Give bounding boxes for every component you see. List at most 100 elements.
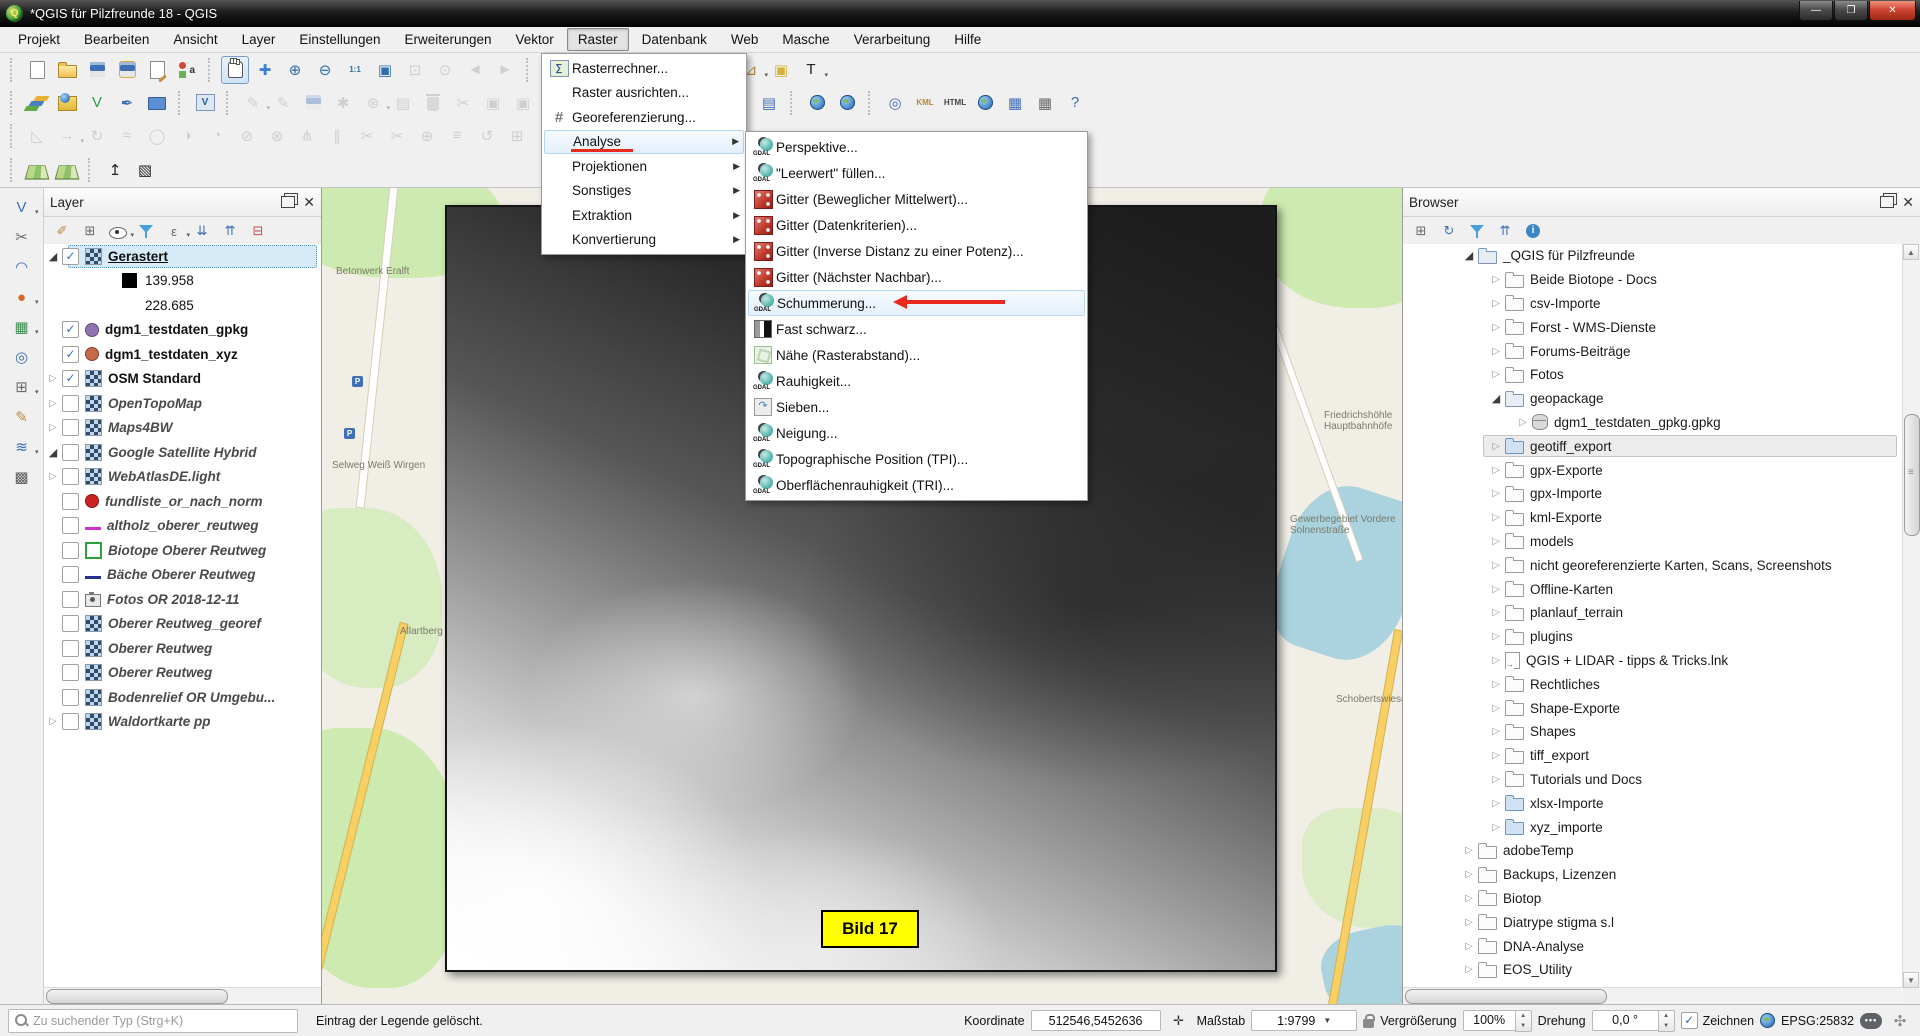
layer-tree-item[interactable]: ▷Waldortkarte pp (44, 710, 321, 735)
db-manager-button[interactable]: ▤ (755, 89, 783, 117)
scroll-down-arrow[interactable]: ▼ (1903, 972, 1919, 988)
dock-vector-tool-1-button[interactable]: V▾ (8, 193, 36, 221)
dock-vector-tool-9-button[interactable]: ≋▾ (8, 433, 36, 461)
vertex-tool-button[interactable]: ⊛▾ (359, 89, 387, 117)
browser-tree-item[interactable]: ▷DNA-Analyse (1403, 934, 1903, 958)
tree-collapsed-arrow-icon[interactable]: ▷ (1460, 845, 1478, 856)
browser-tree-item[interactable]: ▷geotiff_export (1403, 434, 1903, 458)
submenu-item-gitter-beweglicher-mittelwert-[interactable]: Gitter (Beweglicher Mittelwert)... (746, 186, 1087, 212)
tree-expanded-arrow-icon[interactable]: ◢ (1487, 392, 1505, 405)
tree-collapsed-arrow-icon[interactable]: ▷ (1514, 417, 1532, 428)
spin-up-icon[interactable]: ▲ (1516, 1011, 1531, 1021)
tree-collapsed-arrow-icon[interactable]: ▷ (1460, 917, 1478, 928)
submenu-item-rauhigkeit-[interactable]: Rauhigkeit... (746, 368, 1087, 394)
menu-item-rasterrechner-[interactable]: ∑Rasterrechner... (542, 56, 746, 81)
layer-tree-item[interactable]: ▷WebAtlasDE.light (44, 465, 321, 490)
table-plugin-button[interactable]: ▦ (1031, 89, 1059, 117)
merge-attributes-button[interactable]: ≡ (443, 122, 471, 150)
tree-collapsed-arrow-icon[interactable]: ▷ (1487, 750, 1505, 761)
open-layer-styling-button[interactable]: ✐ (49, 218, 75, 244)
browser-tree-item[interactable]: ▷QGIS + LIDAR - tipps & Tricks.lnk (1403, 649, 1903, 673)
layer-visibility-checkbox[interactable] (62, 468, 79, 485)
tree-collapsed-arrow-icon[interactable]: ▷ (1487, 322, 1505, 333)
filter-legend-button[interactable] (133, 218, 159, 244)
browser-tree-item[interactable]: ▷Offline-Karten (1403, 577, 1903, 601)
tasks-icon[interactable]: ✣ (1889, 1010, 1911, 1032)
tree-collapsed-arrow-icon[interactable]: ▷ (1487, 298, 1505, 309)
tree-collapsed-arrow-icon[interactable]: ▷ (1487, 346, 1505, 357)
submenu-item-n-he-rasterabstand-[interactable]: Nähe (Rasterabstand)... (746, 342, 1087, 368)
menu-item-sonstiges[interactable]: Sonstiges▶ (542, 179, 746, 204)
menu-item-analyse[interactable]: Analyse▶ (544, 130, 744, 155)
messages-icon[interactable]: ••• (1860, 1013, 1882, 1029)
dock-vector-tool-7-button[interactable]: ⊞▾ (8, 373, 36, 401)
browser-tree-item[interactable]: ▷nicht georeferenzierte Karten, Scans, S… (1403, 553, 1903, 577)
tree-collapsed-arrow-icon[interactable]: ▷ (44, 398, 62, 409)
browser-tree-item[interactable]: ▷planlauf_terrain (1403, 601, 1903, 625)
dock-vector-tool-4-button[interactable]: ●▾ (8, 283, 36, 311)
menubar-item-projekt[interactable]: Projekt (7, 28, 71, 51)
layer-visibility-checkbox[interactable] (62, 419, 79, 436)
text-annotation-button[interactable]: T▾ (797, 56, 825, 84)
tree-collapsed-arrow-icon[interactable]: ▷ (1487, 798, 1505, 809)
zoom-full-button[interactable]: ▣ (371, 56, 399, 84)
fill-ring-button[interactable]: ◔ (203, 122, 231, 150)
georeferencer-tool-button[interactable]: ↥ (101, 156, 129, 184)
tree-collapsed-arrow-icon[interactable]: ▷ (44, 422, 62, 433)
layer-visibility-checkbox[interactable] (62, 444, 79, 461)
close-panel-icon[interactable]: ✕ (1902, 194, 1914, 211)
dock-vector-tool-3-button[interactable]: ◠ (8, 253, 36, 281)
menubar-item-web[interactable]: Web (720, 28, 770, 51)
browser-tree-item[interactable]: ▷Shape-Exporte (1403, 696, 1903, 720)
add-part-button[interactable]: ◑ (173, 122, 201, 150)
delete-selected-button[interactable] (419, 89, 447, 117)
enable-properties-widget-button[interactable]: i (1520, 218, 1546, 244)
scrollbar-handle[interactable] (1904, 414, 1920, 536)
menubar-item-ansicht[interactable]: Ansicht (162, 28, 228, 51)
menu-item-extraktion[interactable]: Extraktion▶ (542, 203, 746, 228)
zoom-to-layer-button[interactable]: ⊙ (431, 56, 459, 84)
browser-tree-item[interactable]: ▷Shapes (1403, 720, 1903, 744)
float-panel-icon[interactable] (1880, 196, 1894, 208)
layer-visibility-checkbox[interactable] (62, 640, 79, 657)
browser-tree-item[interactable]: ▷Beide Biotope - Docs (1403, 268, 1903, 292)
layer-visibility-checkbox[interactable] (62, 517, 79, 534)
pan-map-button[interactable] (221, 56, 249, 84)
expand-all-button[interactable]: ⇊ (189, 218, 215, 244)
maximize-button[interactable]: ❐ (1834, 1, 1868, 21)
layer-tree-item[interactable]: ✓dgm1_testdaten_xyz (44, 342, 321, 367)
browser-tree-item[interactable]: ▷Backups, Lizenzen (1403, 863, 1903, 887)
layer-visibility-checkbox[interactable]: ✓ (62, 346, 79, 363)
submenu-item-gitter-n-chster-nachbar-[interactable]: Gitter (Nächster Nachbar)... (746, 264, 1087, 290)
tree-collapsed-arrow-icon[interactable]: ▷ (44, 373, 62, 384)
layer-tree-item[interactable]: ✓dgm1_testdaten_gpkg (44, 318, 321, 343)
layer-visibility-checkbox[interactable] (62, 493, 79, 510)
layer-visibility-checkbox[interactable] (62, 664, 79, 681)
magnifier-spinbox[interactable]: 100% ▲▼ (1463, 1010, 1532, 1032)
rotate-feature-button[interactable]: ↻ (83, 122, 111, 150)
add-wfs-layer-button[interactable]: ✒ (113, 89, 141, 117)
tree-collapsed-arrow-icon[interactable]: ▷ (1487, 679, 1505, 690)
tree-collapsed-arrow-icon[interactable]: ▷ (1487, 703, 1505, 714)
trim-extend-button[interactable]: ⊞ (503, 122, 531, 150)
locator-search-input[interactable]: Zu suchender Typ (Strg+K) (8, 1009, 298, 1033)
tree-collapsed-arrow-icon[interactable]: ▷ (1487, 822, 1505, 833)
lock-scale-icon[interactable] (1363, 1019, 1374, 1028)
layer-visibility-checkbox[interactable] (62, 615, 79, 632)
paste-features-button[interactable]: ▣ (509, 89, 537, 117)
layer-tree-item[interactable]: ◢✓Gerastert (44, 244, 321, 269)
zoom-last-button[interactable]: ◄ (461, 56, 489, 84)
pan-to-selection-button[interactable]: ✚ (251, 56, 279, 84)
submenu-item-topographische-position-tpi-[interactable]: Topographische Position (TPI)... (746, 446, 1087, 472)
dock-vector-tool-8-button[interactable]: ✎ (8, 403, 36, 431)
submenu-item-sieben-[interactable]: ↷Sieben... (746, 394, 1087, 420)
layer-tree-item[interactable]: Fotos OR 2018-12-11 (44, 587, 321, 612)
tree-expanded-arrow-icon[interactable]: ◢ (44, 250, 62, 263)
merge-features-button[interactable]: ⊕ (413, 122, 441, 150)
scroll-up-arrow[interactable]: ▲ (1903, 244, 1919, 260)
layer-tree-item[interactable]: altholz_oberer_reutweg (44, 514, 321, 539)
save-project-button[interactable] (83, 56, 111, 84)
zoom-next-button[interactable]: ► (491, 56, 519, 84)
modify-attributes-button[interactable]: ▤ (389, 89, 417, 117)
tree-collapsed-arrow-icon[interactable]: ▷ (44, 716, 62, 727)
